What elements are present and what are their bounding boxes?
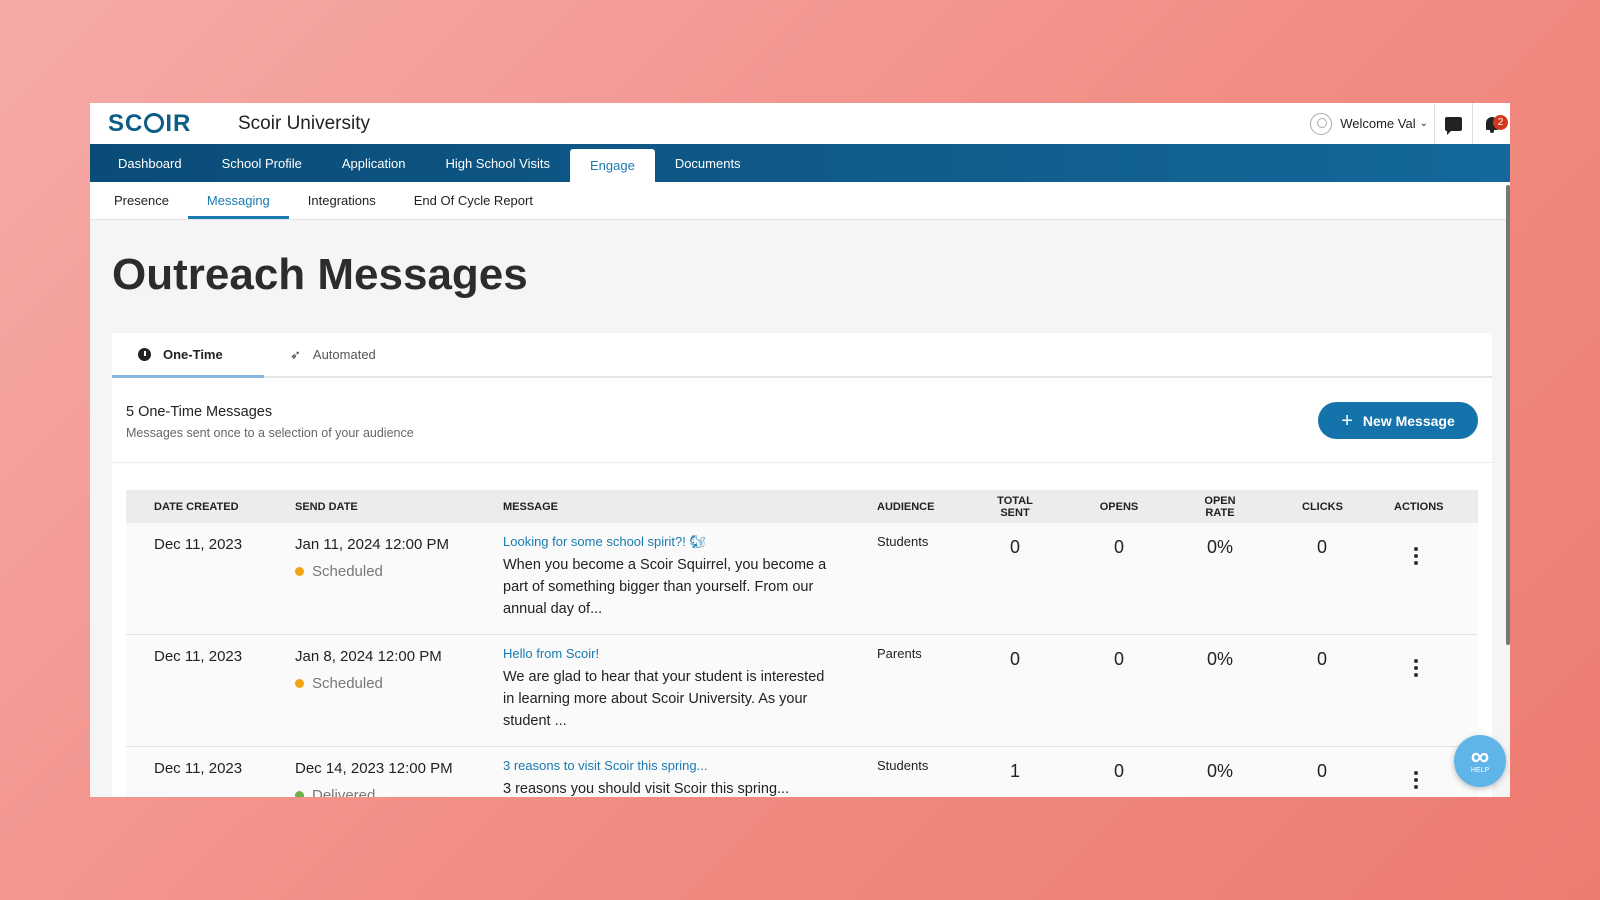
more-actions-icon[interactable] [1413, 659, 1419, 677]
summary-header: 5 One-Time Messages Messages sent once t… [112, 378, 1492, 463]
date-created: Dec 11, 2023 [154, 536, 243, 553]
header-clicks[interactable]: CLICKS [1302, 501, 1343, 513]
table-row[interactable]: Dec 11, 2023 Jan 11, 2024 12:00 PM Sched… [126, 523, 1478, 635]
subnav-presence[interactable]: Presence [95, 182, 188, 219]
opens: 0 [1113, 537, 1124, 557]
more-actions-icon[interactable] [1413, 547, 1419, 565]
message-type-tabs: One-Time ➶ Automated [112, 333, 1492, 378]
scoir-logo[interactable]: SC IR [108, 110, 238, 138]
notification-badge: 2 [1493, 115, 1508, 130]
open-rate: 0% [1206, 761, 1233, 781]
send-date: Dec 14, 2023 12:00 PM [295, 760, 453, 777]
total-sent: 0 [1009, 649, 1020, 669]
date-created: Dec 11, 2023 [154, 760, 243, 777]
messages-button[interactable] [1434, 103, 1472, 144]
open-rate: 0% [1206, 649, 1233, 669]
opens: 0 [1113, 649, 1124, 669]
avatar-icon [1310, 112, 1333, 135]
top-bar: SC IR Scoir University Welcome Val ⌄ 2 [90, 103, 1510, 144]
message-preview: 3 reasons you should visit Scoir this sp… [503, 781, 790, 797]
message-title-link[interactable]: Looking for some school spirit?! 🐿 [503, 534, 833, 550]
page-title: Outreach Messages [112, 250, 528, 299]
status-badge: Scheduled [295, 675, 383, 692]
messages-table: DATE CREATED SEND DATE MESSAGE AUDIENCE … [126, 490, 1478, 797]
subnav-integrations[interactable]: Integrations [289, 182, 395, 219]
nav-high-school-visits[interactable]: High School Visits [425, 144, 570, 182]
header-total-sent[interactable]: TOTAL SENT [984, 495, 1046, 519]
clicks: 0 [1316, 537, 1327, 557]
nav-documents[interactable]: Documents [655, 144, 761, 182]
chat-icon [1445, 116, 1462, 135]
main-nav: Dashboard School Profile Application Hig… [90, 144, 1510, 182]
tab-label: One-Time [163, 346, 223, 362]
audience: Parents [877, 646, 922, 661]
clock-icon [138, 347, 151, 361]
status-badge: Delivered [295, 787, 375, 797]
header-date-created[interactable]: DATE CREATED [154, 501, 239, 513]
message-preview: We are glad to hear that your student is… [503, 669, 825, 729]
status-dot-icon [295, 679, 304, 688]
help-label: HELP [1470, 767, 1490, 774]
nav-school-profile[interactable]: School Profile [202, 144, 322, 182]
plus-icon: + [1341, 409, 1353, 432]
date-created: Dec 11, 2023 [154, 648, 243, 665]
tab-label: Automated [312, 347, 376, 362]
message-title-link[interactable]: Hello from Scoir! [503, 646, 833, 661]
status-dot-icon [295, 567, 304, 576]
message-count-title: 5 One-Time Messages [126, 404, 273, 420]
welcome-label: Welcome Val [1340, 116, 1416, 131]
table-header: DATE CREATED SEND DATE MESSAGE AUDIENCE … [126, 490, 1478, 523]
new-message-button[interactable]: + New Message [1318, 402, 1478, 439]
chevron-down-icon: ⌄ [1419, 118, 1428, 129]
total-sent: 1 [1009, 761, 1020, 781]
header-audience: AUDIENCE [877, 500, 935, 513]
scrollbar[interactable] [1506, 185, 1510, 645]
message-count-subtitle: Messages sent once to a selection of you… [126, 426, 414, 440]
status-badge: Scheduled [295, 563, 383, 580]
sub-nav: Presence Messaging Integrations End Of C… [90, 182, 1510, 220]
new-message-label: New Message [1362, 412, 1455, 429]
send-date: Jan 8, 2024 12:00 PM [295, 648, 442, 665]
notifications-button[interactable]: 2 [1472, 103, 1510, 144]
header-actions: ACTIONS [1394, 500, 1444, 513]
header-opens[interactable]: OPENS [1099, 501, 1139, 513]
header-open-rate[interactable]: OPEN RATE [1190, 495, 1250, 519]
opens: 0 [1113, 761, 1124, 781]
rocket-icon: ➶ [290, 346, 301, 362]
status-label: Delivered [312, 787, 376, 797]
audience: Students [877, 534, 929, 549]
school-name: Scoir University [238, 112, 370, 134]
message-preview: When you become a Scoir Squirrel, you be… [503, 557, 827, 617]
status-label: Scheduled [312, 563, 383, 580]
total-sent: 0 [1009, 537, 1020, 557]
table-row[interactable]: Dec 11, 2023 Jan 8, 2024 12:00 PM Schedu… [126, 635, 1478, 747]
open-rate: 0% [1206, 537, 1233, 557]
audience: Students [877, 758, 929, 773]
message-title-link[interactable]: 3 reasons to visit Scoir this spring... [503, 758, 833, 773]
more-actions-icon[interactable] [1413, 771, 1419, 789]
app-window: SC IR Scoir University Welcome Val ⌄ 2 Da… [90, 103, 1510, 797]
nav-application[interactable]: Application [322, 144, 426, 182]
clicks: 0 [1316, 649, 1327, 669]
status-dot-icon [295, 791, 304, 797]
subnav-messaging[interactable]: Messaging [187, 182, 289, 219]
header-message: MESSAGE [503, 500, 559, 513]
send-date: Jan 11, 2024 12:00 PM [295, 536, 449, 553]
tab-automated[interactable]: ➶ Automated [264, 333, 416, 376]
subnav-end-of-cycle-report[interactable]: End Of Cycle Report [395, 182, 552, 219]
nav-engage[interactable]: Engage [569, 149, 655, 182]
nav-dashboard[interactable]: Dashboard [98, 144, 202, 182]
table-row[interactable]: Dec 11, 2023 Dec 14, 2023 12:00 PM Deliv… [126, 747, 1478, 797]
header-send-date[interactable]: SEND DATE [295, 501, 358, 513]
user-menu[interactable]: Welcome Val ⌄ [1310, 112, 1434, 135]
clicks: 0 [1316, 761, 1327, 781]
status-label: Scheduled [312, 675, 383, 692]
tab-one-time[interactable]: One-Time [112, 333, 264, 378]
help-button[interactable]: ∞ HELP [1454, 735, 1506, 787]
